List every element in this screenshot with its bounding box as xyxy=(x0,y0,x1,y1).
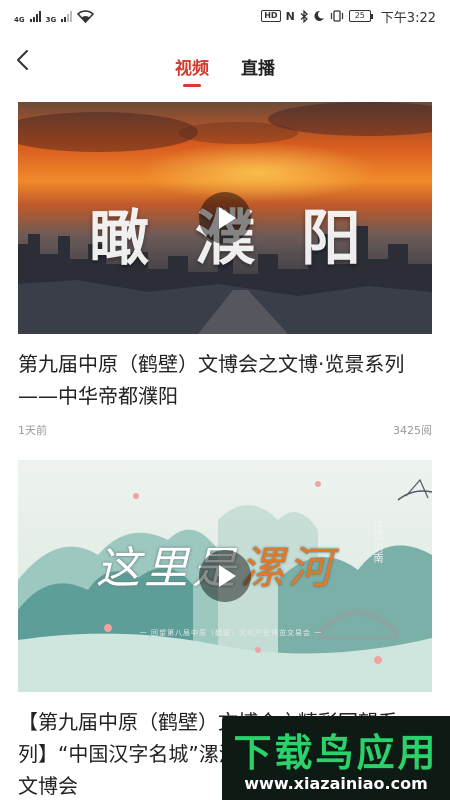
active-tab-indicator xyxy=(183,84,201,87)
tab-live[interactable]: 直播 xyxy=(241,54,275,88)
status-right: HD N 25 下午3:22 xyxy=(261,7,436,26)
battery-level: 25 xyxy=(348,10,371,22)
watermark-badge: 下载鸟应用 www.xiazainiao.com xyxy=(222,716,450,800)
battery-icon: 25 xyxy=(348,10,373,22)
video-thumbnail[interactable]: 瞰濮阳 xyxy=(18,102,432,334)
video-meta: 1天前 3425阅 xyxy=(18,422,432,438)
status-bar: 4G 3G HD N 25 下午3:22 xyxy=(0,0,450,32)
tab-live-label: 直播 xyxy=(241,59,275,79)
network-type-1: 4G xyxy=(14,16,25,24)
status-left: 4G 3G xyxy=(14,8,95,24)
thumbnail-subtitle: 一 回望第八届中原（鹤壁）文化产业博览交易会 一 xyxy=(139,629,323,637)
tab-video[interactable]: 视频 xyxy=(175,54,209,88)
vibrate-icon xyxy=(330,10,344,22)
moon-icon xyxy=(313,10,325,22)
watermark-title: 下载鸟应用 xyxy=(233,731,439,775)
video-thumbnail[interactable]: 这里是漯河 中国·河南 一 回望第八届中原（鹤壁）文化产业博览交易会 一 xyxy=(18,460,432,692)
tab-bar: 视频 直播 xyxy=(0,54,450,88)
video-time: 1天前 xyxy=(18,424,47,437)
network-type-2: 3G xyxy=(45,16,57,24)
thumbnail-vertical-text: 中国·河南 xyxy=(371,520,382,564)
play-icon[interactable] xyxy=(199,192,251,244)
play-icon[interactable] xyxy=(199,550,251,602)
video-card[interactable]: 瞰濮阳 第九届中原（鹤壁）文博会之文博·览景系列——中华帝都濮阳 1天前 342… xyxy=(18,102,432,438)
tab-video-label: 视频 xyxy=(175,59,209,79)
header: 视频 直播 xyxy=(0,32,450,96)
clock: 下午3:22 xyxy=(380,10,436,26)
overlay-text-b: 漯河 xyxy=(240,543,336,594)
video-views: 3425阅 xyxy=(393,424,432,437)
wifi-icon xyxy=(77,9,95,23)
hd-badge: HD xyxy=(261,10,281,22)
bluetooth-icon xyxy=(300,9,308,23)
signal-icon xyxy=(29,10,41,22)
nfc-icon: N xyxy=(285,9,295,23)
watermark-url: www.xiazainiao.com xyxy=(244,774,428,793)
video-title[interactable]: 第九届中原（鹤壁）文博会之文博·览景系列——中华帝都濮阳 xyxy=(18,348,432,412)
signal-icon-2 xyxy=(61,10,73,22)
